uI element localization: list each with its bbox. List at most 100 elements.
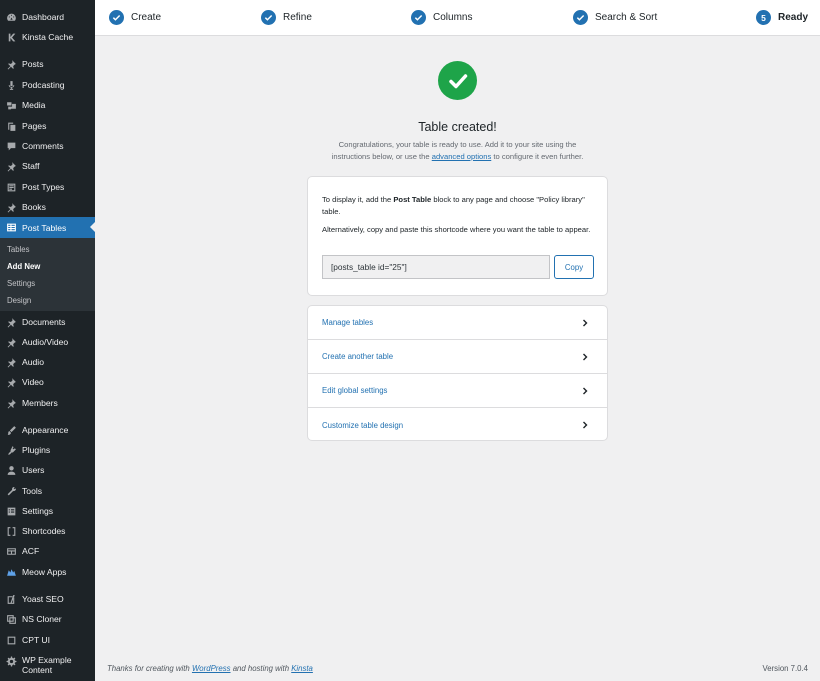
step-label: Ready <box>778 12 809 23</box>
settings-icon <box>5 505 17 517</box>
step-create[interactable]: Create <box>109 10 161 25</box>
sidebar-item-label: Books <box>22 202 46 212</box>
pin-icon <box>5 356 17 368</box>
sidebar-item-audio[interactable]: Audio <box>0 352 95 372</box>
sidebar-item-kinsta-cache[interactable]: Kinsta Cache <box>0 27 95 47</box>
plugin-icon <box>5 444 17 456</box>
sidebar-item-acf[interactable]: ACF <box>0 541 95 561</box>
pin-icon <box>5 201 17 213</box>
sidebar-item-media[interactable]: Media <box>0 95 95 115</box>
submenu-design[interactable]: Design <box>7 296 31 305</box>
sidebar-item-label: CPT UI <box>22 635 51 645</box>
sidebar-item-video[interactable]: Video <box>0 372 95 392</box>
link-label: Create another table <box>322 352 394 361</box>
footer-text: Thanks for creating with <box>107 664 190 673</box>
step-ready[interactable]: 5 Ready <box>756 10 808 25</box>
sidebar-item-cpt-ui[interactable]: CPT UI <box>0 630 95 650</box>
advanced-options-link[interactable]: advanced options <box>432 152 492 161</box>
sidebar-item-users[interactable]: Users <box>0 460 95 480</box>
cpt-icon <box>5 634 17 646</box>
sidebar-item-label: Pages <box>22 121 47 131</box>
sidebar-item-label: NS Cloner <box>22 614 62 624</box>
sidebar-item-audio-video[interactable]: Audio/Video <box>0 332 95 352</box>
wrench-icon <box>5 485 17 497</box>
customize-table-design-link[interactable]: Customize table design <box>308 408 607 442</box>
edit-global-settings-link[interactable]: Edit global settings <box>308 374 607 408</box>
dashboard-icon <box>5 11 17 23</box>
sidebar-item-label: Comments <box>22 141 64 151</box>
brush-icon <box>5 424 17 436</box>
sidebar-item-documents[interactable]: Documents <box>0 312 95 332</box>
sidebar-item-label: Staff <box>22 161 40 171</box>
acf-icon <box>5 545 17 557</box>
sidebar-item-podcasting[interactable]: Podcasting <box>0 75 95 95</box>
sidebar-item-post-types[interactable]: Post Types <box>0 177 95 197</box>
sidebar-item-wp-example-content[interactable]: WP Example Content <box>0 655 95 677</box>
chevron-right-icon <box>583 319 588 326</box>
chevron-right-icon <box>583 387 588 394</box>
sidebar-item-label: Settings <box>22 506 54 516</box>
pin-icon <box>5 376 17 388</box>
cloner-icon <box>5 613 17 625</box>
user-icon <box>5 464 17 476</box>
sidebar-item-plugins[interactable]: Plugins <box>0 440 95 460</box>
chevron-right-icon <box>583 353 588 360</box>
create-another-table-link[interactable]: Create another table <box>308 340 607 374</box>
actions-card: Manage tables Create another table Edit … <box>307 305 608 441</box>
sidebar-item-tools[interactable]: Tools <box>0 481 95 501</box>
step-label: Refine <box>283 12 312 23</box>
sidebar-item-label: Post Tables <box>22 222 67 233</box>
sidebar-item-posts[interactable]: Posts <box>0 54 95 74</box>
footer-credits: Thanks for creating with WordPress and h… <box>107 664 313 673</box>
page-title: Table created! <box>418 120 497 134</box>
comment-icon <box>5 140 17 152</box>
shortcode-field[interactable]: [posts_table id="25"] <box>322 255 550 279</box>
pin-icon <box>5 160 17 172</box>
step-columns[interactable]: Columns <box>411 10 472 25</box>
sidebar-item-staff[interactable]: Staff <box>0 156 95 176</box>
sidebar-item-books[interactable]: Books <box>0 197 95 217</box>
wordpress-link[interactable]: WordPress <box>192 664 231 673</box>
kinsta-link[interactable]: Kinsta <box>291 664 313 673</box>
pin-icon <box>5 58 17 70</box>
sidebar-item-meow-apps[interactable]: Meow Apps <box>0 562 95 582</box>
submenu-tables[interactable]: Tables <box>7 245 30 254</box>
sidebar-item-label: Tools <box>22 486 43 496</box>
success-check-icon <box>438 61 477 100</box>
sidebar-item-label: Post Types <box>22 182 65 192</box>
step-label: Create <box>131 12 162 23</box>
sidebar-item-label: Shortcodes <box>22 526 66 536</box>
sidebar-item-label: Meow Apps <box>22 567 67 577</box>
sidebar-item-label: Plugins <box>22 445 51 455</box>
pin-icon <box>5 336 17 348</box>
sidebar-item-ns-cloner[interactable]: NS Cloner <box>0 609 95 629</box>
instructions-text: To display it, add the <box>322 195 392 204</box>
sidebar-item-dashboard[interactable]: Dashboard <box>0 7 95 27</box>
submenu-settings[interactable]: Settings <box>7 279 35 288</box>
sidebar-item-members[interactable]: Members <box>0 393 95 413</box>
sidebar-item-comments[interactable]: Comments <box>0 136 95 156</box>
step-label: Search & Sort <box>595 12 658 23</box>
sidebar-item-label: Video <box>22 377 44 387</box>
sidebar-item-label: Dashboard <box>22 12 65 22</box>
step-refine[interactable]: Refine <box>261 10 312 25</box>
sidebar-item-settings[interactable]: Settings <box>0 501 95 521</box>
link-label: Customize table design <box>322 420 404 430</box>
step-number-badge: 5 <box>756 10 771 25</box>
sidebar-item-post-tables[interactable]: Post Tables <box>0 217 95 238</box>
kinsta-icon <box>5 31 17 43</box>
sidebar-item-yoast-seo[interactable]: Yoast SEO <box>0 589 95 609</box>
submenu-add-new[interactable]: Add New <box>7 262 40 271</box>
copy-button[interactable]: Copy <box>554 255 594 279</box>
sidebar-item-shortcodes[interactable]: Shortcodes <box>0 521 95 541</box>
success-description: Congratulations, your table is ready to … <box>307 139 608 163</box>
version-label: Version 7.0.4 <box>762 664 808 673</box>
manage-tables-link[interactable]: Manage tables <box>308 306 607 340</box>
pin-icon <box>5 397 17 409</box>
pages-icon <box>5 120 17 132</box>
step-search-sort[interactable]: Search & Sort <box>573 10 657 25</box>
sidebar-item-appearance[interactable]: Appearance <box>0 420 95 440</box>
sidebar-item-pages[interactable]: Pages <box>0 116 95 136</box>
link-label: Edit global settings <box>322 386 388 395</box>
desc-line-1: Congratulations, your table is ready to … <box>338 140 577 149</box>
